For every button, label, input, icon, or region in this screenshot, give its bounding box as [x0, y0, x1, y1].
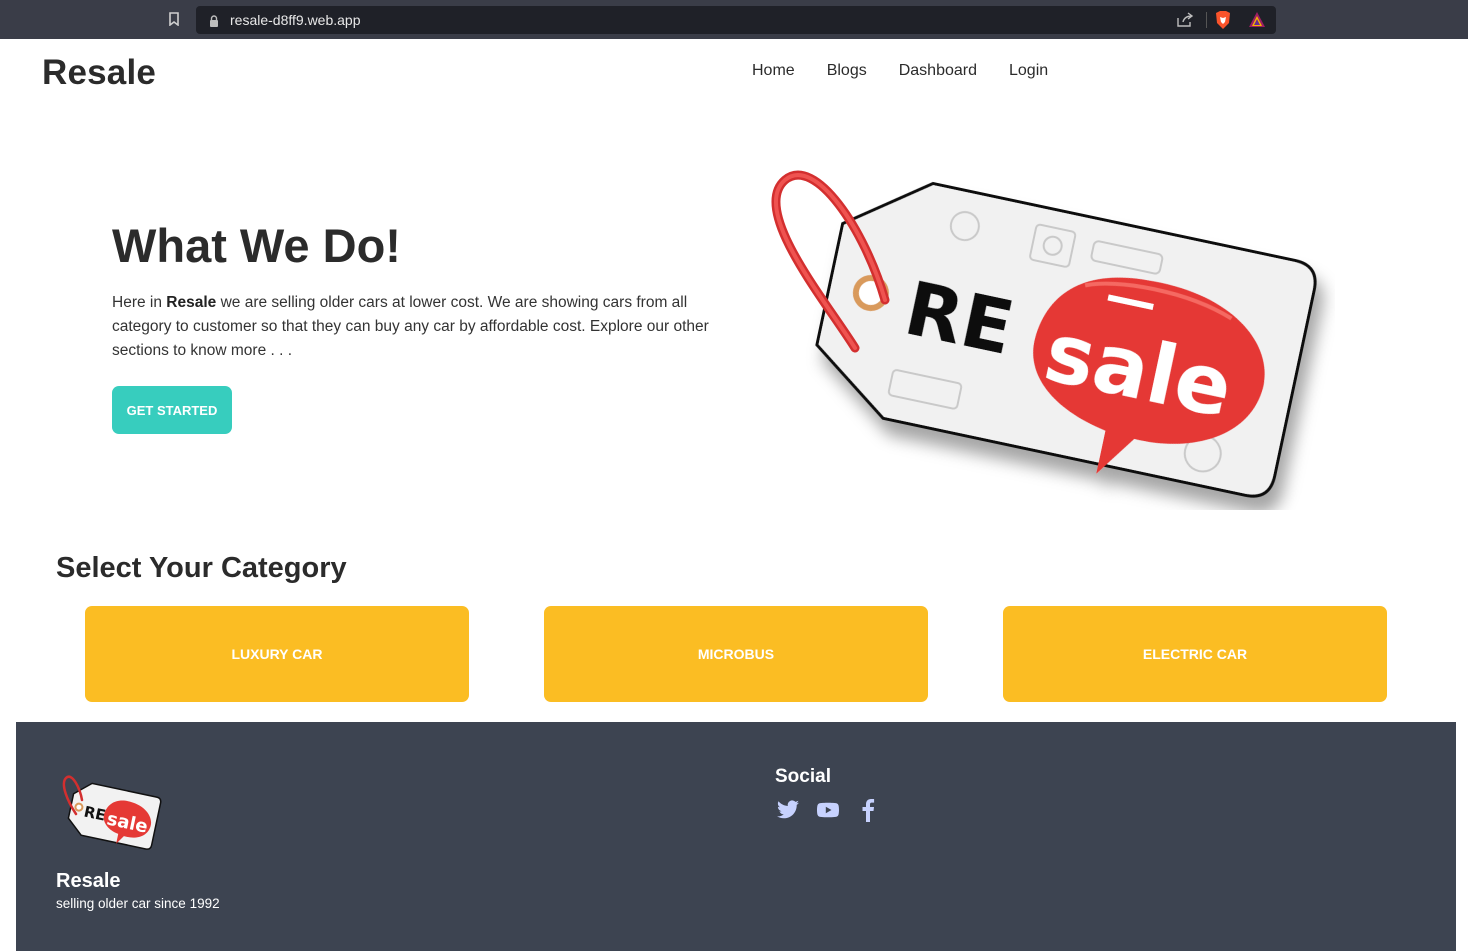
- hero-title: What We Do!: [112, 219, 401, 272]
- brave-rewards-icon[interactable]: [1248, 11, 1266, 29]
- resale-tag-image: RE sale: [755, 150, 1335, 510]
- facebook-icon[interactable]: [855, 798, 881, 822]
- nav-link-dashboard[interactable]: Dashboard: [899, 62, 977, 80]
- brave-shield-icon[interactable]: [1214, 10, 1232, 30]
- footer: RE sale Resale selling older car since 1…: [16, 722, 1456, 951]
- twitter-icon[interactable]: [775, 798, 801, 822]
- lock-icon: [208, 14, 220, 27]
- hero-description: Here in Resale we are selling older cars…: [112, 291, 712, 363]
- main-nav: Home Blogs Dashboard Login: [752, 62, 1080, 80]
- category-card-luxury-car[interactable]: LUXURY CAR: [85, 606, 469, 702]
- category-section-title: Select Your Category: [56, 552, 347, 584]
- nav-link-login[interactable]: Login: [1009, 62, 1048, 80]
- category-card-electric-car[interactable]: ELECTRIC CAR: [1003, 606, 1387, 702]
- footer-tagline: selling older car since 1992: [56, 896, 220, 911]
- get-started-button[interactable]: GET STARTED: [112, 386, 232, 434]
- hero-text-before: Here in: [112, 294, 167, 311]
- browser-toolbar: resale-d8ff9.web.app: [0, 0, 1468, 39]
- social-links: [775, 798, 881, 822]
- share-icon[interactable]: [1176, 12, 1194, 28]
- hero-text-brand: Resale: [166, 294, 217, 311]
- toolbar-divider: [1206, 12, 1207, 28]
- navbar-brand[interactable]: Resale: [42, 53, 156, 93]
- footer-brand: Resale: [56, 870, 121, 892]
- nav-link-blogs[interactable]: Blogs: [827, 62, 867, 80]
- url-text: resale-d8ff9.web.app: [230, 12, 361, 28]
- youtube-icon[interactable]: [815, 798, 841, 822]
- footer-logo-icon: RE sale: [56, 770, 162, 850]
- nav-link-home[interactable]: Home: [752, 62, 795, 80]
- category-card-microbus[interactable]: MICROBUS: [544, 606, 928, 702]
- social-title: Social: [775, 766, 831, 787]
- bookmark-icon[interactable]: [164, 8, 184, 30]
- address-bar[interactable]: resale-d8ff9.web.app: [196, 6, 1276, 34]
